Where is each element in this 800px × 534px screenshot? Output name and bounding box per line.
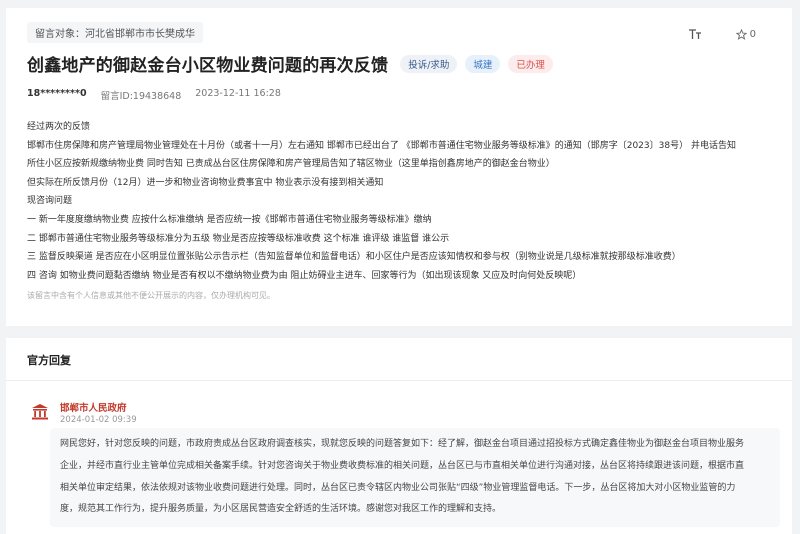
body-paragraph: 但实际在所反馈月份（12月）进一步和物业咨询物业费事宜中 物业表示没有接到相关通… xyxy=(27,177,384,188)
title-row: 创鑫地产的御赵金台小区物业费问题的再次反馈 投诉/求助 城建 已办理 xyxy=(27,51,553,76)
body-paragraph: 三 监督反映渠道 是否应在小区明显位置张贴公示告示栏（告知监督单位和监督电话）和… xyxy=(27,252,681,263)
font-size-icon xyxy=(688,29,701,39)
author-name: 18********0 xyxy=(27,88,87,99)
font-size-button[interactable] xyxy=(688,28,702,40)
body-paragraph: 二 邯郸市普通住宅物业服务等级标准分为五级 物业是否应按等级标准收费 这个标准 … xyxy=(27,233,450,244)
message-datetime: 2023-12-11 16:28 xyxy=(195,88,281,99)
favorite-count: 0 xyxy=(749,28,756,40)
privacy-notice: 该留言中含有个人信息或其他不便公开展示的内容，仅办理机构可见。 xyxy=(27,291,275,300)
body-paragraph: 邯郸市住房保障和房产管理局物业管理处在十月份（或者十一月）左右通知 邯郸市已经出… xyxy=(27,140,736,151)
message-body: 经过两次的反馈 邯郸市住房保障和房产管理局物业管理处在十月份（或者十一月）左右通… xyxy=(27,118,777,285)
reply-paragraph: 网民您好，针对您反映的问题，市政府责成丛台区政府调查核实，现就您反映的问题答复如… xyxy=(60,439,745,449)
message-target-tag: 留言对象：河北省邯郸市市长樊成华 xyxy=(27,22,203,43)
message-card: 留言对象：河北省邯郸市市长樊成华 0 创鑫地产的御赵金台小区物业费问题的再次反馈… xyxy=(6,8,792,326)
message-meta: 18********0 留言ID:19438648 2023-12-11 16:… xyxy=(27,88,281,102)
reply-department: 邯郸市人民政府 xyxy=(60,403,127,414)
category-badge: 城建 xyxy=(465,54,501,73)
status-badge: 已办理 xyxy=(508,54,553,73)
reply-section-title: 官方回复 xyxy=(27,354,71,367)
reply-paragraph: 企业，并经市直行业主管单位完成相关备案手续。针对您咨询关于物业费收费标准的相关问… xyxy=(60,460,745,471)
body-paragraph: 经过两次的反馈 xyxy=(27,122,91,132)
reply-paragraph: 相关单位审定结果，依法依规对该物业收费问题进行处理。同时，丛台区已责令辖区内物业… xyxy=(60,482,736,493)
body-paragraph: 现咨询问题 xyxy=(27,196,73,207)
favorite-button[interactable]: 0 xyxy=(735,28,756,40)
message-id: 留言ID:19438648 xyxy=(100,91,182,102)
toolbar: 0 xyxy=(688,28,756,40)
body-paragraph: 所住小区应按新规缴纳物业费 同时告知 已责成丛台区住房保障和房产管理局告知了辖区… xyxy=(27,159,555,170)
reply-datetime: 2024-01-02 09:39 xyxy=(60,415,137,425)
body-paragraph: 四 咨询 如物业费问题黏否缴纳 物业是否有权以不缴纳物业费为由 阻止妨碍业主进车… xyxy=(27,270,582,281)
type-badge: 投诉/求助 xyxy=(400,54,458,73)
government-building-icon xyxy=(32,404,48,420)
page-title: 创鑫地产的御赵金台小区物业费问题的再次反馈 xyxy=(27,56,389,76)
divider xyxy=(6,380,792,381)
reply-paragraph: 度，规范其工作行为，提升服务质量，为小区居民营造安全舒适的生活环境。感谢您对我区… xyxy=(60,504,502,515)
star-icon xyxy=(735,28,747,40)
reply-body: 网民您好，针对您反映的问题，市政府责成丛台区政府调查核实，现就您反映的问题答复如… xyxy=(50,428,780,528)
body-paragraph: 一 新一年度度缴纳物业费 应按什么标准缴纳 是否应统一按《邯郸市普通住宅物业服务… xyxy=(27,214,432,225)
official-reply-card: 官方回复 邯郸市人民政府 2024-01-02 09:39 网民您好，针对您反映… xyxy=(6,338,792,534)
